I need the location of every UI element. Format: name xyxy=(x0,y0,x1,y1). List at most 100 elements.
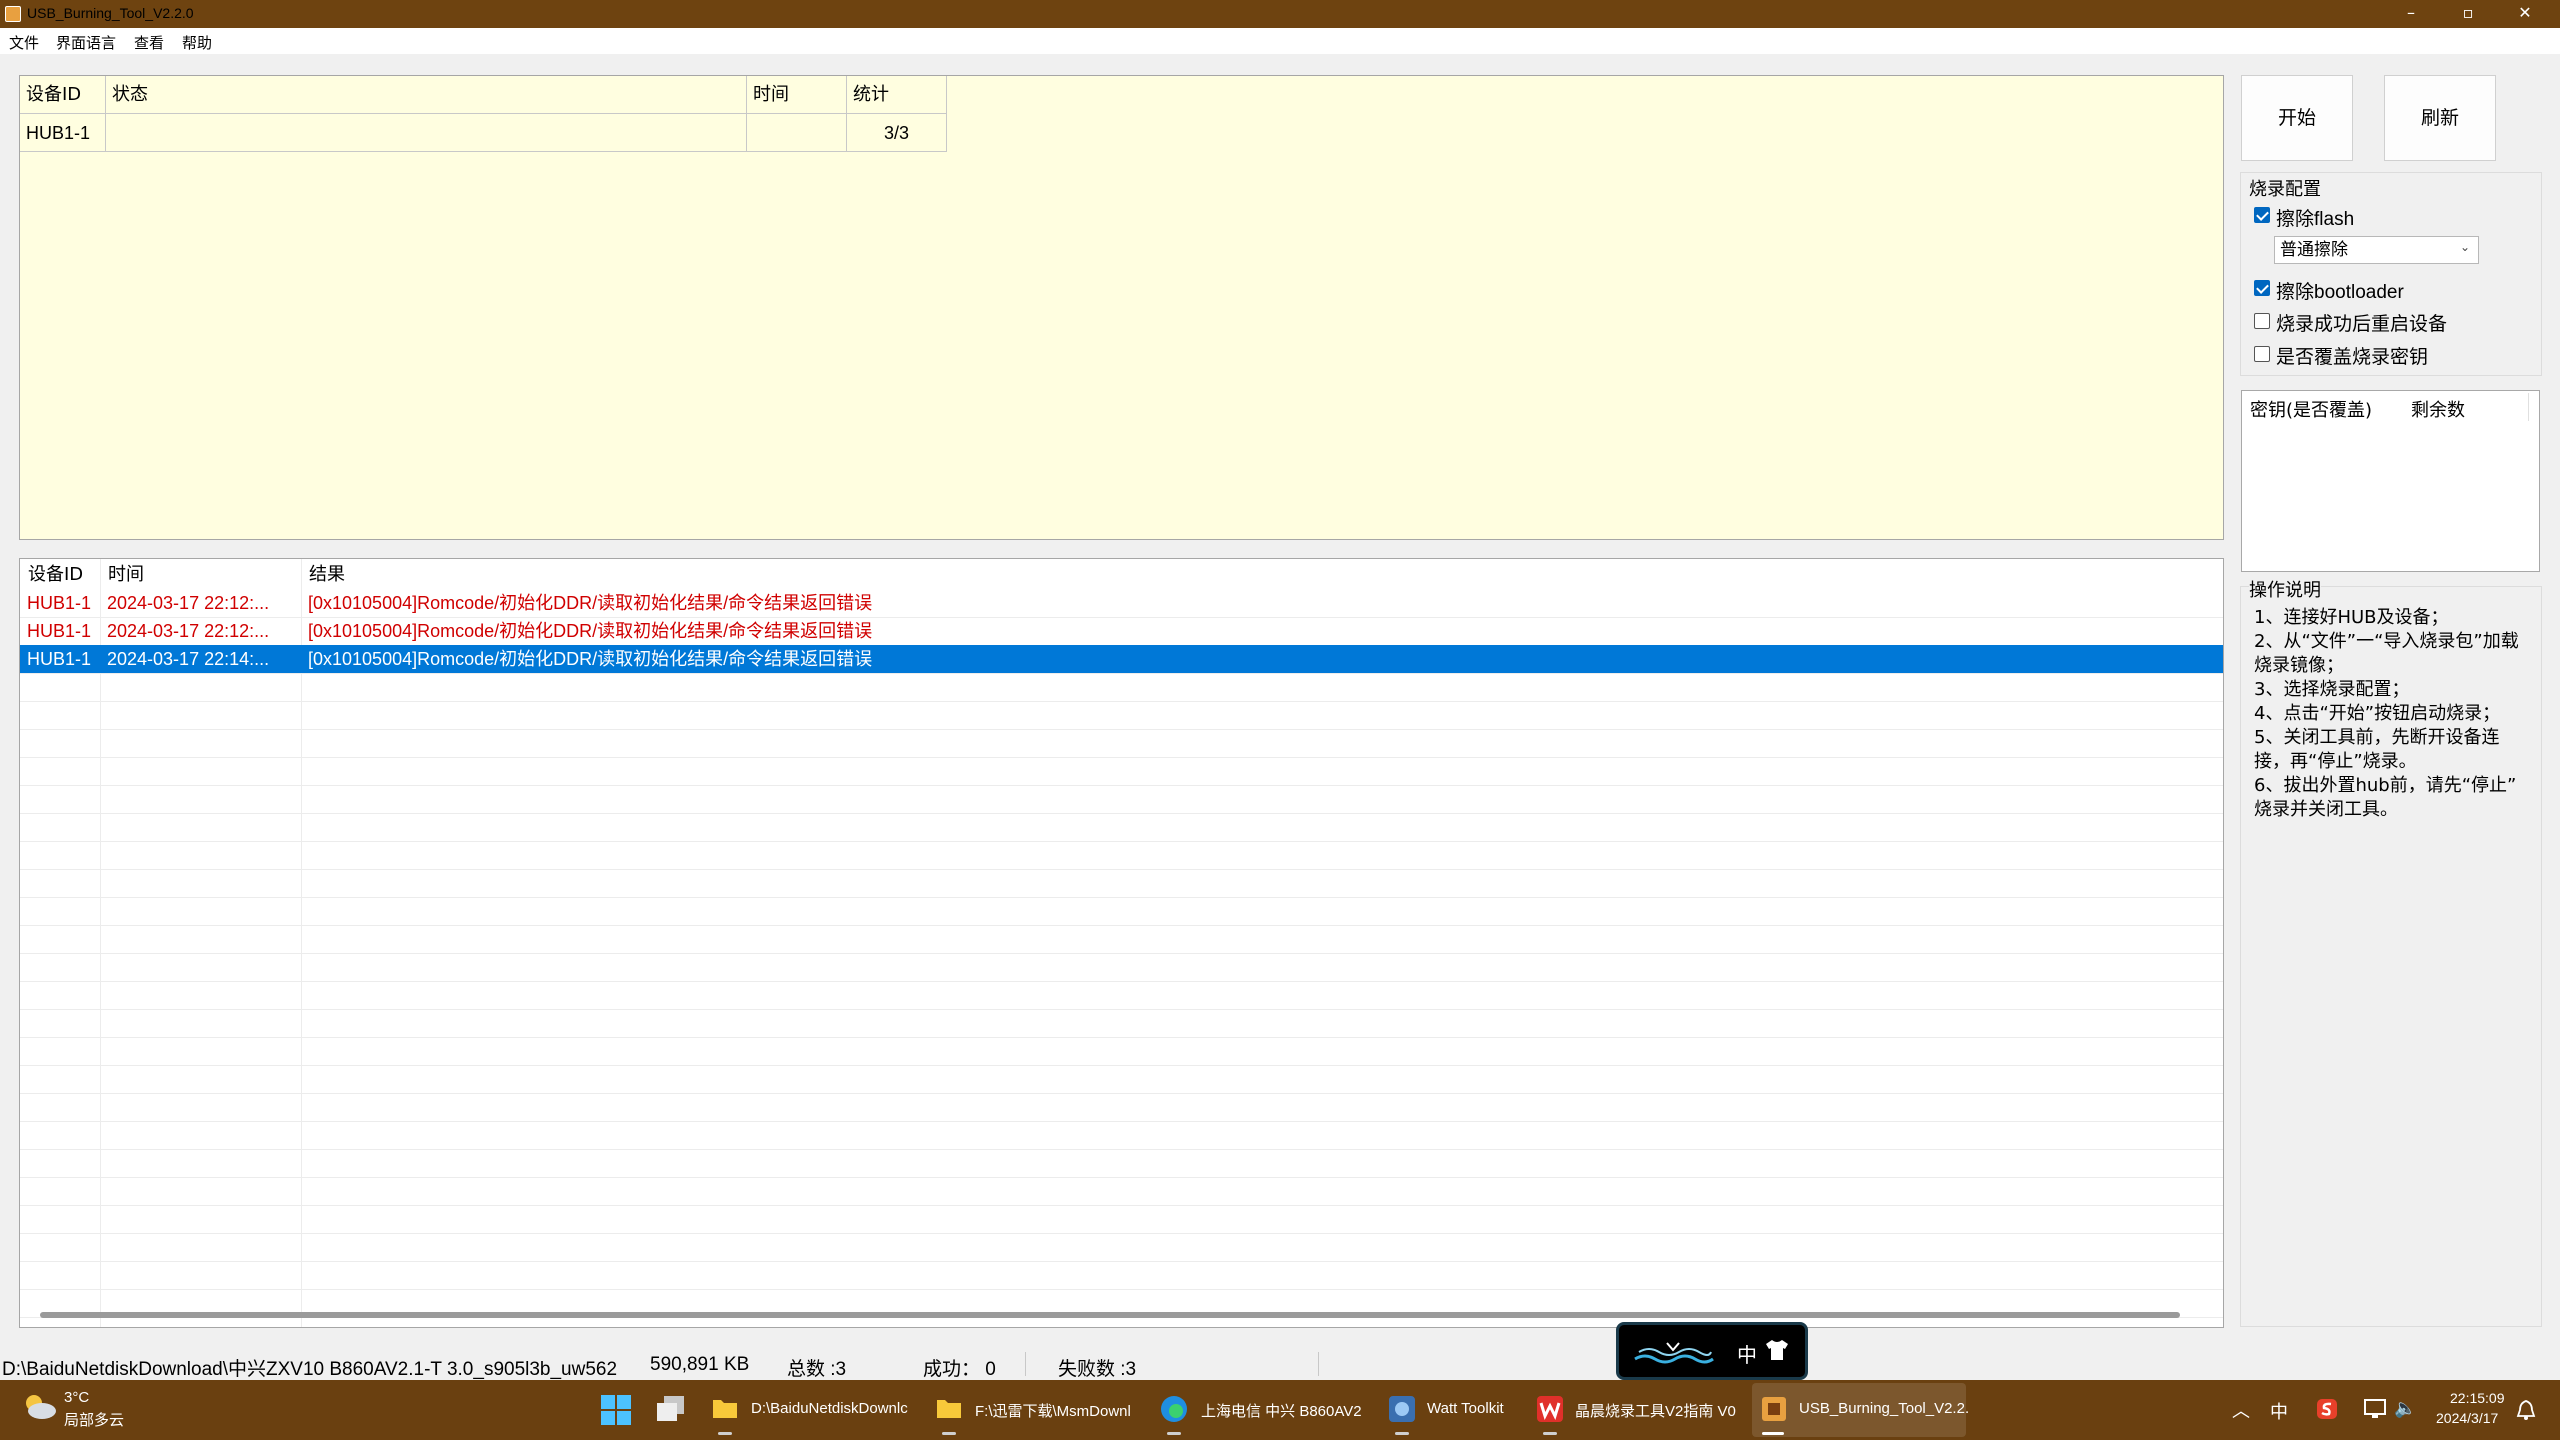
key-header[interactable]: 密钥(是否覆盖) xyxy=(2250,396,2372,422)
log-result-header[interactable]: 结果 xyxy=(303,561,345,589)
taskbar-item-wps[interactable]: 晶晨烧录工具V2指南 V0 xyxy=(1528,1383,1746,1437)
weather-cloud-icon[interactable] xyxy=(22,1391,58,1421)
log-row[interactable]: HUB1-1 2024-03-17 22:12:... [0x10105004]… xyxy=(20,617,2223,645)
status-header[interactable]: 状态 xyxy=(106,76,747,114)
erase-bootloader-label[interactable]: 擦除bootloader xyxy=(2276,277,2404,304)
clock-date[interactable]: 2024/3/17 xyxy=(2436,1410,2498,1426)
log-row[interactable]: HUB1-1 2024-03-17 22:12:... [0x10105004]… xyxy=(20,589,2223,617)
row-gridline xyxy=(20,1065,2223,1066)
taskbar-item-usb-burning-tool[interactable]: USB_Burning_Tool_V2.2. xyxy=(1752,1383,1970,1437)
row-gridline xyxy=(20,1121,2223,1122)
log-device-id-header[interactable]: 设备ID xyxy=(22,561,83,589)
row-gridline xyxy=(20,1093,2223,1094)
menu-view[interactable]: 查看 xyxy=(134,32,164,53)
notification-bell-icon[interactable] xyxy=(2516,1399,2536,1421)
task-view-icon[interactable] xyxy=(656,1395,686,1423)
column-divider xyxy=(100,559,101,1327)
weather-temp[interactable]: 3°C xyxy=(64,1389,89,1406)
taskbar-item-label: Watt Toolkit xyxy=(1427,1400,1504,1417)
success-count: 成功： 0 xyxy=(923,1359,996,1380)
start-button[interactable]: 开始 xyxy=(2241,75,2353,161)
row-gridline xyxy=(20,757,2223,758)
network-icon[interactable] xyxy=(2364,1399,2386,1419)
taskbar-item-explorer-xunlei[interactable]: F:\迅雷下载\MsmDownl xyxy=(928,1383,1140,1437)
taskbar-item-explorer-baidu[interactable]: D:\BaiduNetdiskDownlc xyxy=(704,1383,916,1437)
device-table: 设备ID 状态 时间 统计 HUB1-1 3/3 xyxy=(19,75,2224,540)
erase-flash-label[interactable]: 擦除flash xyxy=(2276,204,2354,231)
row-gridline xyxy=(20,701,2223,702)
volume-icon[interactable]: 🔈 xyxy=(2394,1398,2416,1419)
burn-config-title: 烧录配置 xyxy=(2249,175,2321,201)
erase-flash-checkbox[interactable] xyxy=(2254,207,2270,223)
row-gridline xyxy=(20,1177,2223,1178)
sogou-ime-icon[interactable] xyxy=(2316,1398,2338,1420)
close-button[interactable]: ✕ xyxy=(2497,0,2553,28)
log-time: 2024-03-17 22:12:... xyxy=(107,621,270,641)
taskbar-item-edge[interactable]: 上海电信 中兴 B860AV2 xyxy=(1152,1383,1370,1437)
menu-language[interactable]: 界面语言 xyxy=(56,32,116,53)
row-gridline xyxy=(20,729,2223,730)
menu-file[interactable]: 文件 xyxy=(9,32,39,53)
tray-ime-label[interactable]: 中 xyxy=(2270,1398,2288,1424)
watt-toolkit-icon xyxy=(1389,1396,1415,1422)
time-cell[interactable] xyxy=(747,114,847,152)
folder-icon xyxy=(713,1400,737,1418)
erase-mode-select[interactable]: 普通擦除 xyxy=(2274,236,2479,264)
package-size: 590,891 KB xyxy=(650,1354,750,1375)
status-cell[interactable] xyxy=(106,114,747,152)
refresh-button[interactable]: 刷新 xyxy=(2384,75,2496,161)
row-gridline xyxy=(20,953,2223,954)
row-gridline xyxy=(20,897,2223,898)
chevron-down-icon[interactable]: ⌄ xyxy=(2460,240,2470,254)
package-path: D:\BaiduNetdiskDownload\中兴ZXV10 B860AV2.… xyxy=(2,1359,618,1380)
weather-desc[interactable]: 局部多云 xyxy=(64,1409,124,1430)
instruction-line: 4、点击“开始”按钮启动烧录； xyxy=(2254,703,2501,724)
log-device-id: HUB1-1 xyxy=(27,621,92,641)
folder-icon xyxy=(937,1400,961,1418)
taskbar-item-label: 晶晨烧录工具V2指南 V0 xyxy=(1575,1403,1736,1420)
log-device-id: HUB1-1 xyxy=(27,593,92,613)
stats-header[interactable]: 统计 xyxy=(847,76,947,114)
log-time: 2024-03-17 22:14:... xyxy=(107,649,270,669)
stats-cell[interactable]: 3/3 xyxy=(847,114,947,152)
horizontal-scrollbar[interactable] xyxy=(40,1312,2180,1318)
reboot-after-checkbox[interactable] xyxy=(2254,313,2270,329)
row-gridline xyxy=(20,1205,2223,1206)
overwrite-key-label[interactable]: 是否覆盖烧录密钥 xyxy=(2276,342,2428,369)
status-divider xyxy=(1318,1352,1319,1376)
erase-bootloader-checkbox[interactable] xyxy=(2254,280,2270,296)
row-gridline xyxy=(20,813,2223,814)
device-id-cell[interactable]: HUB1-1 xyxy=(20,114,106,152)
log-row-selected[interactable]: HUB1-1 2024-03-17 22:14:... [0x10105004]… xyxy=(20,645,2223,673)
column-divider xyxy=(2528,393,2529,421)
key-list[interactable]: 密钥(是否覆盖) 剩余数 xyxy=(2241,390,2540,572)
row-gridline xyxy=(20,673,2223,674)
menu-help[interactable]: 帮助 xyxy=(182,32,212,53)
shirt-icon[interactable] xyxy=(1765,1339,1789,1361)
device-id-header[interactable]: 设备ID xyxy=(20,76,106,114)
running-indicator xyxy=(942,1432,956,1435)
row-gridline xyxy=(20,869,2223,870)
log-device-id: HUB1-1 xyxy=(27,649,92,669)
instruction-line: 烧录镜像； xyxy=(2254,655,2344,676)
minimize-button[interactable]: – xyxy=(2383,0,2439,28)
reboot-after-label[interactable]: 烧录成功后重启设备 xyxy=(2276,309,2447,336)
maximize-button[interactable]: ▫ xyxy=(2440,0,2496,28)
overwrite-key-checkbox[interactable] xyxy=(2254,346,2270,362)
log-time-header[interactable]: 时间 xyxy=(102,561,144,589)
remaining-header[interactable]: 剩余数 xyxy=(2411,396,2465,422)
ime-mode-label[interactable]: 中 xyxy=(1737,1339,1757,1368)
instruction-line: 2、从“文件”一“导入烧录包”加载 xyxy=(2254,631,2519,652)
time-header[interactable]: 时间 xyxy=(747,76,847,114)
taskbar-item-watt[interactable]: Watt Toolkit xyxy=(1380,1383,1518,1437)
windows-start-icon[interactable] xyxy=(601,1395,631,1425)
clock-time[interactable]: 22:15:09 xyxy=(2450,1390,2505,1406)
window-title: USB_Burning_Tool_V2.2.0 xyxy=(27,5,194,21)
taskbar-item-label: USB_Burning_Tool_V2.2. xyxy=(1799,1400,1970,1417)
row-gridline xyxy=(20,1233,2223,1234)
log-result: [0x10105004]Romcode/初始化DDR/读取初始化结果/命令结果返… xyxy=(308,621,873,641)
total-count: 总数 :3 xyxy=(787,1359,847,1380)
ime-float-widget[interactable]: 中 xyxy=(1616,1322,1808,1380)
chevron-up-icon[interactable]: ︿ xyxy=(2232,1397,2250,1423)
log-list[interactable]: 设备ID 时间 结果 HUB1-1 2024-03-17 22:12:... [… xyxy=(19,558,2224,1328)
